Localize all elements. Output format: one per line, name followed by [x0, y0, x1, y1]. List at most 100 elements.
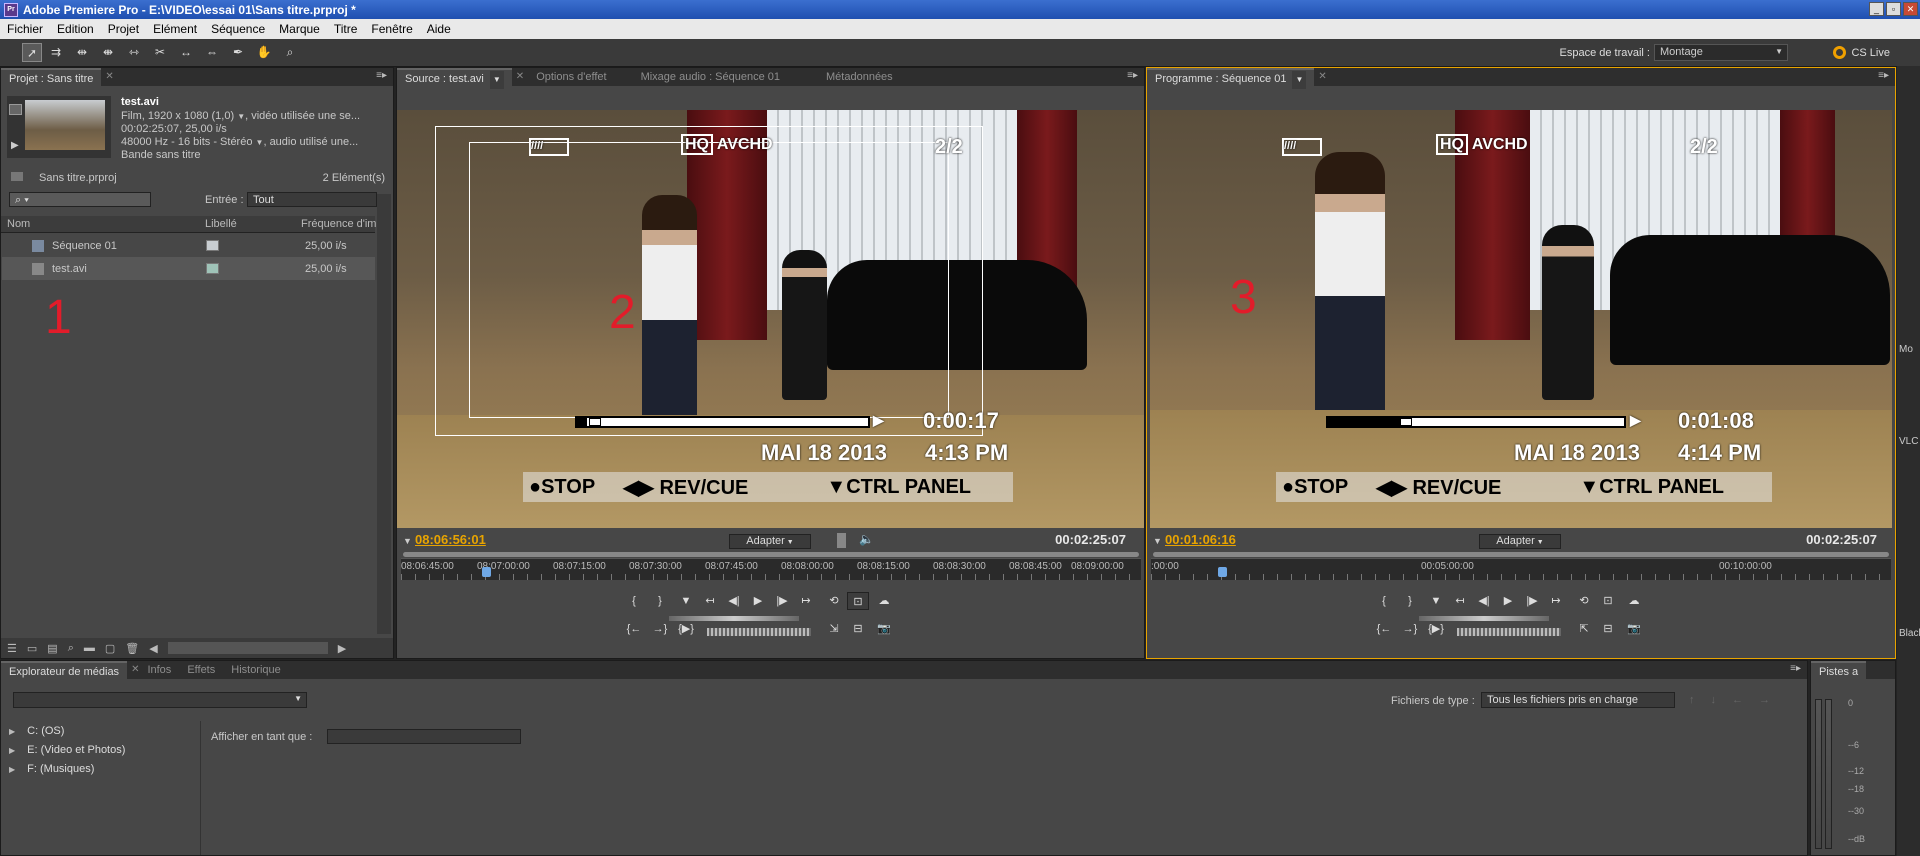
drive-e[interactable]: ▶ E: (Video et Photos) [9, 744, 125, 756]
go-to-in-icon[interactable]: ↤ [699, 592, 721, 610]
panel-menu-icon[interactable]: ≡▸ [1127, 70, 1138, 81]
chevron-down-icon[interactable]: ▼ [489, 71, 504, 89]
close-icon[interactable]: ✕ [131, 661, 139, 679]
vertical-scrollbar[interactable] [377, 194, 391, 634]
label-swatch[interactable] [206, 240, 219, 251]
drive-c[interactable]: ▶ C: (OS) [9, 725, 64, 737]
expand-icon[interactable]: ▶ [9, 746, 15, 755]
mark-in-icon[interactable]: { [623, 592, 645, 610]
menu-fenetre[interactable]: Fenêtre [364, 22, 419, 36]
play-icon[interactable]: ▶ [11, 140, 19, 151]
tab-history[interactable]: Historique [223, 661, 289, 679]
cs-live-button[interactable]: CS Live [1833, 46, 1890, 59]
go-to-out-icon[interactable]: ↦ [1545, 592, 1567, 610]
program-time-ruler[interactable]: :00:00 00:05:00:00 00:10:00:00 [1151, 558, 1891, 580]
loop-icon[interactable]: ⟲ [1573, 592, 1595, 610]
tab-project[interactable]: Projet : Sans titre [1, 68, 102, 86]
restore-button[interactable]: ▫ [1886, 2, 1901, 16]
zoom-tool-icon[interactable]: ⌕ [280, 43, 300, 62]
column-label[interactable]: Libellé [205, 218, 237, 230]
export-frame-icon[interactable]: 📷 [873, 620, 895, 638]
mark-in-icon[interactable]: { [1373, 592, 1395, 610]
tab-media-browser[interactable]: Explorateur de médias [1, 661, 128, 679]
clip-preview-thumbnail[interactable]: ▶ [7, 96, 111, 158]
tab-effects[interactable]: Effets [179, 661, 223, 679]
slip-tool-icon[interactable]: ↔ [176, 43, 196, 62]
horizontal-scrollbar[interactable] [167, 642, 328, 654]
mark-out-icon[interactable]: } [649, 592, 671, 610]
clear-in-icon[interactable]: {← [623, 620, 645, 638]
play-stop-icon[interactable]: ▶ [747, 592, 769, 610]
new-bin-icon[interactable]: ▬ [84, 642, 95, 654]
menu-fichier[interactable]: Fichier [0, 22, 50, 36]
list-view-icon[interactable]: ☰ [7, 642, 17, 655]
tab-info[interactable]: Infos [139, 661, 179, 679]
jog-wheel[interactable] [1457, 628, 1561, 636]
output-icon[interactable]: ☁ [873, 592, 895, 610]
program-zoom-bar[interactable] [1153, 552, 1889, 557]
source-fit-select[interactable]: Adapter [729, 534, 811, 549]
tab-program[interactable]: Programme : Séquence 01 ▼ [1147, 68, 1315, 89]
new-item-icon[interactable]: ▢ [105, 642, 115, 655]
table-row[interactable]: Séquence 01 25,00 i/s [2, 234, 375, 257]
close-button[interactable]: ✕ [1903, 2, 1918, 16]
go-to-in-icon[interactable]: ↤ [1449, 592, 1471, 610]
mark-out-icon[interactable]: } [1399, 592, 1421, 610]
track-select-tool-icon[interactable]: ⇉ [46, 43, 66, 62]
step-back-icon[interactable]: ◀| [723, 592, 745, 610]
table-row[interactable]: test.avi 25,00 i/s [2, 257, 375, 280]
program-playhead[interactable] [1217, 567, 1227, 577]
film-strip-icon[interactable] [837, 533, 846, 548]
safe-margins-icon[interactable]: ⊡ [847, 592, 869, 610]
clear-in-icon[interactable]: {← [1373, 620, 1395, 638]
source-playhead[interactable] [482, 567, 492, 577]
step-back-icon[interactable]: ◀| [1473, 592, 1495, 610]
tab-effect-options[interactable]: Options d'effet [528, 68, 614, 86]
show-as-select[interactable] [327, 729, 521, 744]
file-type-select[interactable]: Tous les fichiers pris en charge [1481, 692, 1675, 708]
slide-tool-icon[interactable]: ⇔ [202, 43, 222, 62]
label-swatch[interactable] [206, 263, 219, 274]
razor-tool-icon[interactable]: ✂ [150, 43, 170, 62]
menu-titre[interactable]: Titre [327, 22, 365, 36]
expand-icon[interactable]: ▶ [9, 765, 15, 774]
panel-menu-icon[interactable]: ≡▸ [376, 70, 387, 81]
close-icon[interactable]: ✕ [105, 68, 113, 86]
chevron-down-icon[interactable]: ▼ [1292, 71, 1307, 89]
drive-f[interactable]: ▶ F: (Musiques) [9, 763, 94, 775]
tab-source[interactable]: Source : test.avi ▼ [397, 68, 512, 89]
icon-view-icon[interactable]: ▭ [27, 642, 37, 655]
close-icon[interactable]: ✕ [516, 68, 524, 86]
overlay-icon[interactable]: ⊟ [847, 620, 869, 638]
extract-icon[interactable]: ⊟ [1597, 620, 1619, 638]
play-stop-icon[interactable]: ▶ [1497, 592, 1519, 610]
clear-out-icon[interactable]: →} [649, 620, 671, 638]
step-forward-icon[interactable]: |▶ [771, 592, 793, 610]
loop-icon[interactable]: ⟲ [823, 592, 845, 610]
source-video-frame[interactable]: //// HQ AVCHD 2/2 ▶ 0:00:17 MAI 18 2013 … [397, 110, 1144, 528]
rolling-edit-tool-icon[interactable]: ⇼ [98, 43, 118, 62]
insert-icon[interactable]: ⇲ [823, 620, 845, 638]
tab-metadata[interactable]: Métadonnées [818, 68, 901, 86]
go-to-out-icon[interactable]: ↦ [795, 592, 817, 610]
expand-icon[interactable]: ▶ [9, 727, 15, 736]
trash-icon[interactable]: 🗑 [125, 642, 139, 655]
find-icon[interactable]: ⌕ [68, 642, 74, 655]
menu-element[interactable]: Elément [146, 22, 204, 36]
workspace-select[interactable]: Montage [1654, 44, 1788, 61]
navigation-arrows[interactable]: ↑↓←→ [1689, 694, 1786, 706]
selection-tool-icon[interactable]: ➚ [22, 43, 42, 62]
program-video-frame[interactable]: //// HQ AVCHD 2/2 ▶ 0:01:08 MAI 18 2013 … [1150, 110, 1892, 528]
lift-icon[interactable]: ⇱ [1573, 620, 1595, 638]
play-in-to-out-icon[interactable]: {▶} [675, 620, 697, 638]
program-current-timecode[interactable]: 00:01:06:16 [1165, 532, 1236, 547]
scroll-right-icon[interactable]: ▶ [338, 642, 346, 655]
dropdown-icon[interactable]: ▼ [237, 112, 245, 121]
menu-sequence[interactable]: Séquence [204, 22, 272, 36]
column-frame-rate[interactable]: Fréquence d'im [301, 218, 376, 230]
clear-out-icon[interactable]: →} [1399, 620, 1421, 638]
scroll-left-icon[interactable]: ◀ [149, 642, 157, 655]
source-current-timecode[interactable]: 08:06:56:01 [415, 532, 486, 547]
step-forward-icon[interactable]: |▶ [1521, 592, 1543, 610]
close-icon[interactable]: ✕ [1318, 68, 1326, 86]
